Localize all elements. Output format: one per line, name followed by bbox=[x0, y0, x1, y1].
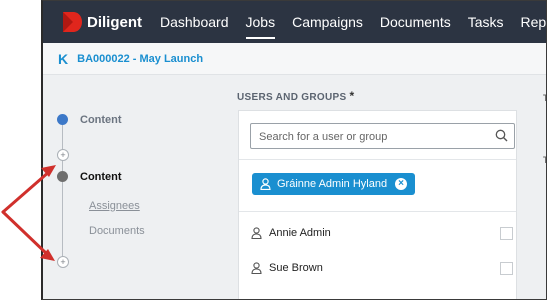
arrow-line-lower bbox=[1, 210, 50, 257]
arrow-line-upper bbox=[1, 169, 52, 214]
annotation-arrows bbox=[1, 165, 56, 261]
